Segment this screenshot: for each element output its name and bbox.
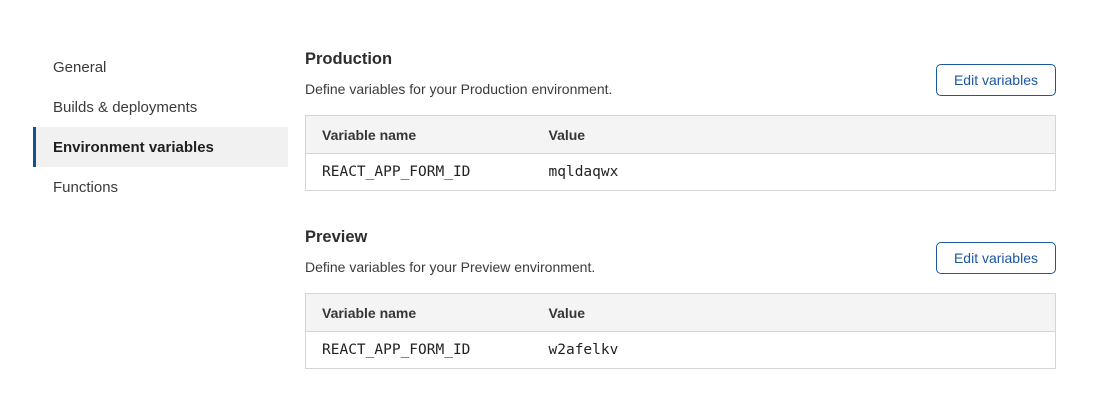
variable-value-cell: w2afelkv [533,332,1056,369]
variable-value-cell: mqldaqwx [533,154,1056,191]
column-header-value: Value [533,294,1056,332]
column-header-variable-name: Variable name [306,294,533,332]
variable-name-cell: REACT_APP_FORM_ID [306,332,533,369]
production-section: Production Define variables for your Pro… [305,48,1056,191]
main-content: Production Define variables for your Pro… [305,0,1056,420]
preview-variables-table: Variable name Value REACT_APP_FORM_ID w2… [305,293,1056,369]
column-header-value: Value [533,116,1056,154]
sidebar-item-functions[interactable]: Functions [33,167,288,207]
production-variables-table: Variable name Value REACT_APP_FORM_ID mq… [305,115,1056,191]
sidebar-item-general[interactable]: General [33,47,288,87]
edit-variables-button-preview[interactable]: Edit variables [936,242,1056,274]
preview-section: Preview Define variables for your Previe… [305,226,1056,369]
column-header-variable-name: Variable name [306,116,533,154]
sidebar-item-builds-deployments[interactable]: Builds & deployments [33,87,288,127]
sidebar-item-environment-variables[interactable]: Environment variables [33,127,288,167]
table-row: REACT_APP_FORM_ID w2afelkv [306,332,1056,369]
table-row: REACT_APP_FORM_ID mqldaqwx [306,154,1056,191]
table-header-row: Variable name Value [306,294,1056,332]
table-header-row: Variable name Value [306,116,1056,154]
settings-page: General Builds & deployments Environment… [0,0,1100,420]
variable-name-cell: REACT_APP_FORM_ID [306,154,533,191]
settings-sidebar: General Builds & deployments Environment… [33,47,288,207]
edit-variables-button-production[interactable]: Edit variables [936,64,1056,96]
